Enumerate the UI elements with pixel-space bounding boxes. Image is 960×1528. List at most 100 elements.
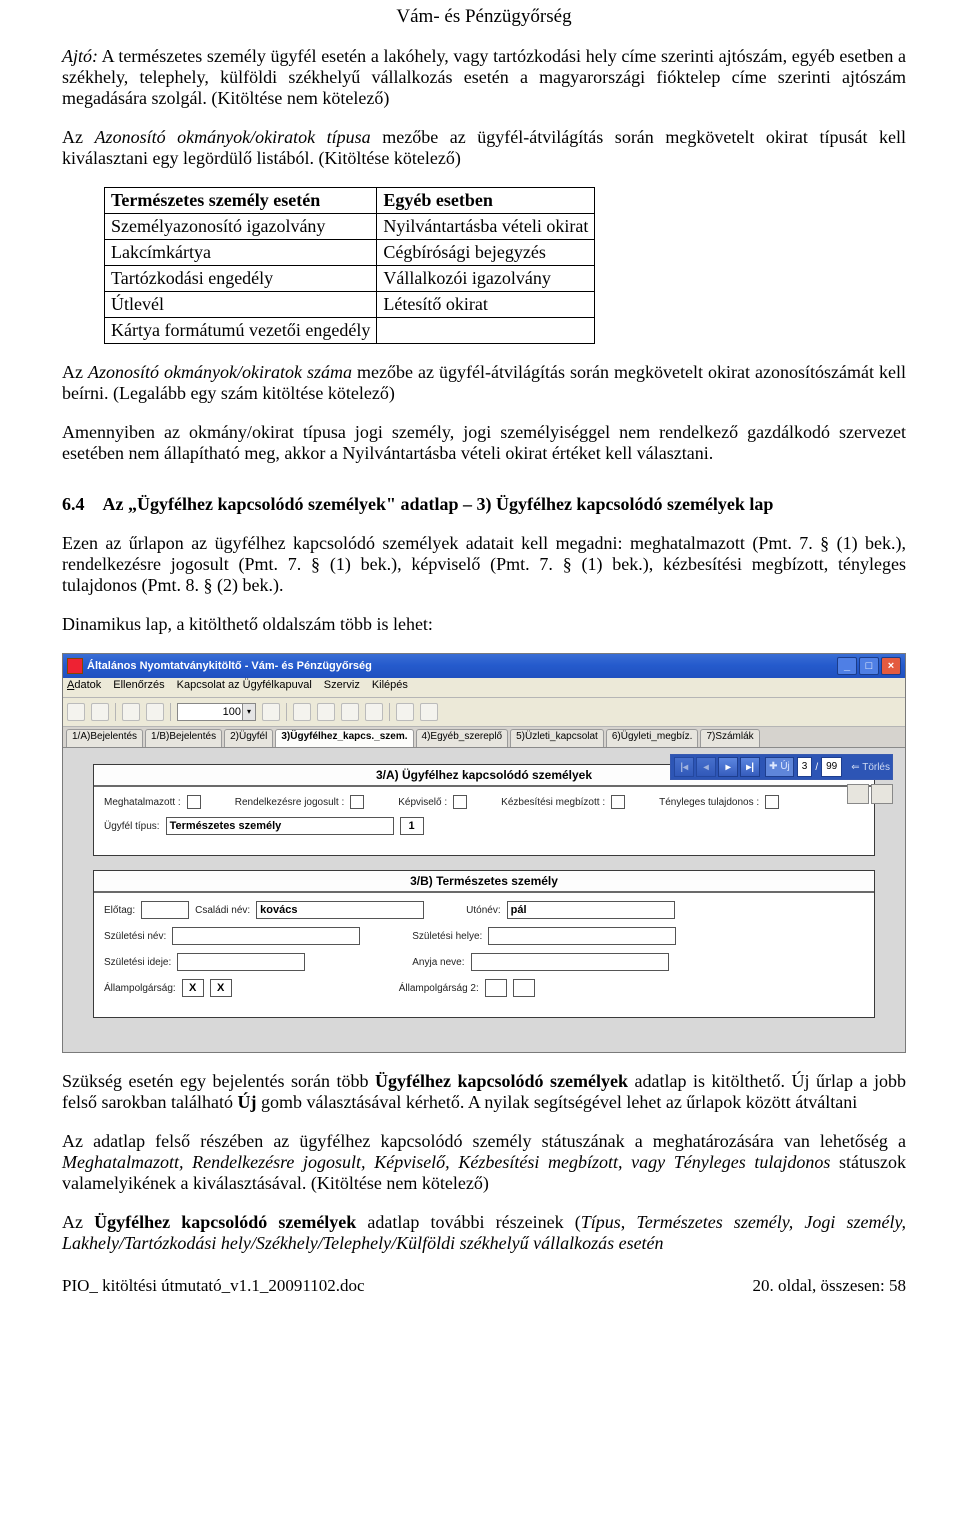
table-row: ÚtlevélLétesítő okirat xyxy=(105,292,595,318)
label-szuletesnev: Születési név: xyxy=(104,931,166,942)
zoom-value: 100 xyxy=(223,706,241,718)
paragraph-adatlap-felso: Az adatlap felső részében az ügyfélhez k… xyxy=(62,1131,906,1194)
menu-ellenorzes[interactable]: Ellenőrzés xyxy=(113,679,164,696)
field-ugyfel-tipus[interactable]: Természetes személy xyxy=(166,817,394,835)
toolbar: 100 ▾ xyxy=(63,698,905,727)
close-icon[interactable]: × xyxy=(881,657,901,675)
menu-kapcsolat[interactable]: Kapcsolat az Ügyfélkapuval xyxy=(177,679,312,696)
pager-new-button[interactable]: ✚ Új xyxy=(765,757,794,777)
label-csaladi: Családi név: xyxy=(195,905,250,916)
cell: Útlevél xyxy=(105,292,377,318)
label-allampolgarsag2: Állampolgárság 2: xyxy=(399,983,479,994)
tab-5[interactable]: 5)Üzleti_kapcsolat xyxy=(510,729,604,747)
panel-3b: 3/B) Természetes személy Előtag: Családi… xyxy=(93,870,875,1018)
corner-button[interactable] xyxy=(871,784,893,804)
tab-4[interactable]: 4)Egyéb_szereplő xyxy=(416,729,509,747)
checkbox-tenyleges[interactable] xyxy=(765,795,779,809)
toolbar-icon[interactable] xyxy=(420,703,438,721)
cell: Cégbírósági bejegyzés xyxy=(377,240,595,266)
page-footer: PIO_ kitöltési útmutató_v1.1_20091102.do… xyxy=(62,1276,906,1296)
field-csaladi[interactable]: kovács xyxy=(256,901,424,919)
paragraph-amennyiben: Amennyiben az okmány/okirat típusa jogi … xyxy=(62,422,906,464)
field-allampolgarsag2-code2[interactable] xyxy=(513,979,535,997)
txt-bold: Ügyfélhez kapcsolódó személyek xyxy=(375,1071,628,1091)
checkbox-kepviselo[interactable] xyxy=(453,795,467,809)
field-szuletesihely[interactable] xyxy=(488,927,676,945)
toolbar-icon[interactable] xyxy=(262,703,280,721)
paragraph-azon-tipus: Az Azonosító okmányok/okiratok típusa me… xyxy=(62,127,906,169)
paragraph-ajto: Ajtó: A természetes személy ügyfél eseté… xyxy=(62,46,906,109)
label-tenyleges: Tényleges tulajdonos : xyxy=(659,797,759,808)
menu-adatok[interactable]: Adatok xyxy=(67,679,101,696)
minimize-icon[interactable]: _ xyxy=(837,657,857,675)
checkbox-kezbesitesi[interactable] xyxy=(611,795,625,809)
field-anyjaneve[interactable] xyxy=(471,953,669,971)
field-elotag[interactable] xyxy=(141,901,189,919)
tab-1b[interactable]: 1/B)Bejelentés xyxy=(145,729,222,747)
toolbar-icon[interactable] xyxy=(67,703,85,721)
menu-szerviz[interactable]: Szerviz xyxy=(324,679,360,696)
field-allampolgarsag2-code1[interactable] xyxy=(485,979,507,997)
toolbar-icon[interactable] xyxy=(146,703,164,721)
toolbar-icon[interactable] xyxy=(365,703,383,721)
maximize-icon[interactable]: □ xyxy=(859,657,879,675)
txt: Szükség esetén egy bejelentés során több xyxy=(62,1071,375,1091)
field-utonev[interactable]: pál xyxy=(507,901,675,919)
txt-bold: Új xyxy=(237,1092,256,1112)
section-heading: Az „Ügyfélhez kapcsolódó személyek" adat… xyxy=(103,494,774,514)
tab-1a[interactable]: 1/A)Bejelentés xyxy=(66,729,143,747)
label-ugyfel-tipus: Ügyfél típus: xyxy=(104,821,160,832)
titlebar[interactable]: Általános Nyomtatványkitöltő - Vám- és P… xyxy=(63,654,905,678)
okmany-table: Természetes személy esetén Egyéb esetben… xyxy=(104,187,595,344)
footer-right: 20. oldal, összesen: 58 xyxy=(753,1276,906,1296)
toolbar-icon[interactable] xyxy=(317,703,335,721)
tab-7[interactable]: 7)Számlák xyxy=(700,729,759,747)
cell: Személyazonosító igazolvány xyxy=(105,214,377,240)
zoom-select[interactable]: 100 ▾ xyxy=(177,703,256,721)
tab-2[interactable]: 2)Ügyfél xyxy=(224,729,273,747)
txt: adatlap további részeinek ( xyxy=(356,1212,580,1232)
field-ugyfel-tipus-code[interactable]: 1 xyxy=(400,817,424,835)
field-szuletesiideje[interactable] xyxy=(177,953,305,971)
tab-6[interactable]: 6)Ügyleti_megbíz. xyxy=(606,729,699,747)
toolbar-icon[interactable] xyxy=(396,703,414,721)
pager-next-icon[interactable]: ▸ xyxy=(718,757,738,777)
cell: Létesítő okirat xyxy=(377,292,595,318)
field-szuletesnev[interactable] xyxy=(172,927,360,945)
pager-first-icon[interactable]: |◂ xyxy=(674,757,694,777)
checkbox-rendelkezesrejogosult[interactable] xyxy=(350,795,364,809)
corner-button[interactable] xyxy=(847,784,869,804)
toolbar-icon[interactable] xyxy=(91,703,109,721)
cell: Kártya formátumú vezetői engedély xyxy=(105,318,377,344)
label-kezbesitesi: Kézbesítési megbízott : xyxy=(501,797,605,808)
pager-delete-button[interactable]: ⇐ Törlés xyxy=(851,762,890,773)
toolbar-icon[interactable] xyxy=(341,703,359,721)
toolbar-icon[interactable] xyxy=(293,703,311,721)
pager-sep: / xyxy=(815,762,818,773)
panel-corner-buttons xyxy=(847,784,893,804)
tabbar: 1/A)Bejelentés 1/B)Bejelentés 2)Ügyfél 3… xyxy=(63,727,905,748)
form-stage: |◂ ◂ ▸ ▸| ✚ Új 3 / 99 ⇐ Törlés 3/A) Ügyf… xyxy=(63,748,905,1052)
txt: Az xyxy=(62,1212,94,1232)
field-allampolgarsag-code1[interactable]: X xyxy=(182,979,204,997)
field-allampolgarsag-code2[interactable]: X xyxy=(210,979,232,997)
pager-pos[interactable]: 3 xyxy=(797,757,813,777)
chevron-down-icon[interactable]: ▾ xyxy=(242,704,255,720)
section-number: 6.4 xyxy=(62,494,85,514)
menu-kilepes[interactable]: Kilépés xyxy=(372,679,408,696)
pager-prev-icon[interactable]: ◂ xyxy=(696,757,716,777)
tab-3[interactable]: 3)Ügyfélhez_kapcs._szem. xyxy=(275,729,413,747)
label-allampolgarsag: Állampolgárság: xyxy=(104,983,176,994)
checkbox-meghatalmazott[interactable] xyxy=(187,795,201,809)
text-em: Azonosító okmányok/okiratok száma xyxy=(88,362,352,382)
txt: Az adatlap felső részében az ügyfélhez k… xyxy=(62,1131,906,1151)
label-rendelkezesrejogosult: Rendelkezésre jogosult : xyxy=(235,797,345,808)
paragraph-dinamikus: Dinamikus lap, a kitölthető oldalszám tö… xyxy=(62,614,906,635)
app-icon xyxy=(67,658,83,674)
cell: Lakcímkártya xyxy=(105,240,377,266)
th-2: Egyéb esetben xyxy=(377,188,595,214)
pager-last-icon[interactable]: ▸| xyxy=(740,757,760,777)
toolbar-icon[interactable] xyxy=(122,703,140,721)
menubar: Adatok Ellenőrzés Kapcsolat az Ügyfélkap… xyxy=(63,678,905,698)
panel-3b-title: 3/B) Természetes személy xyxy=(94,871,874,893)
